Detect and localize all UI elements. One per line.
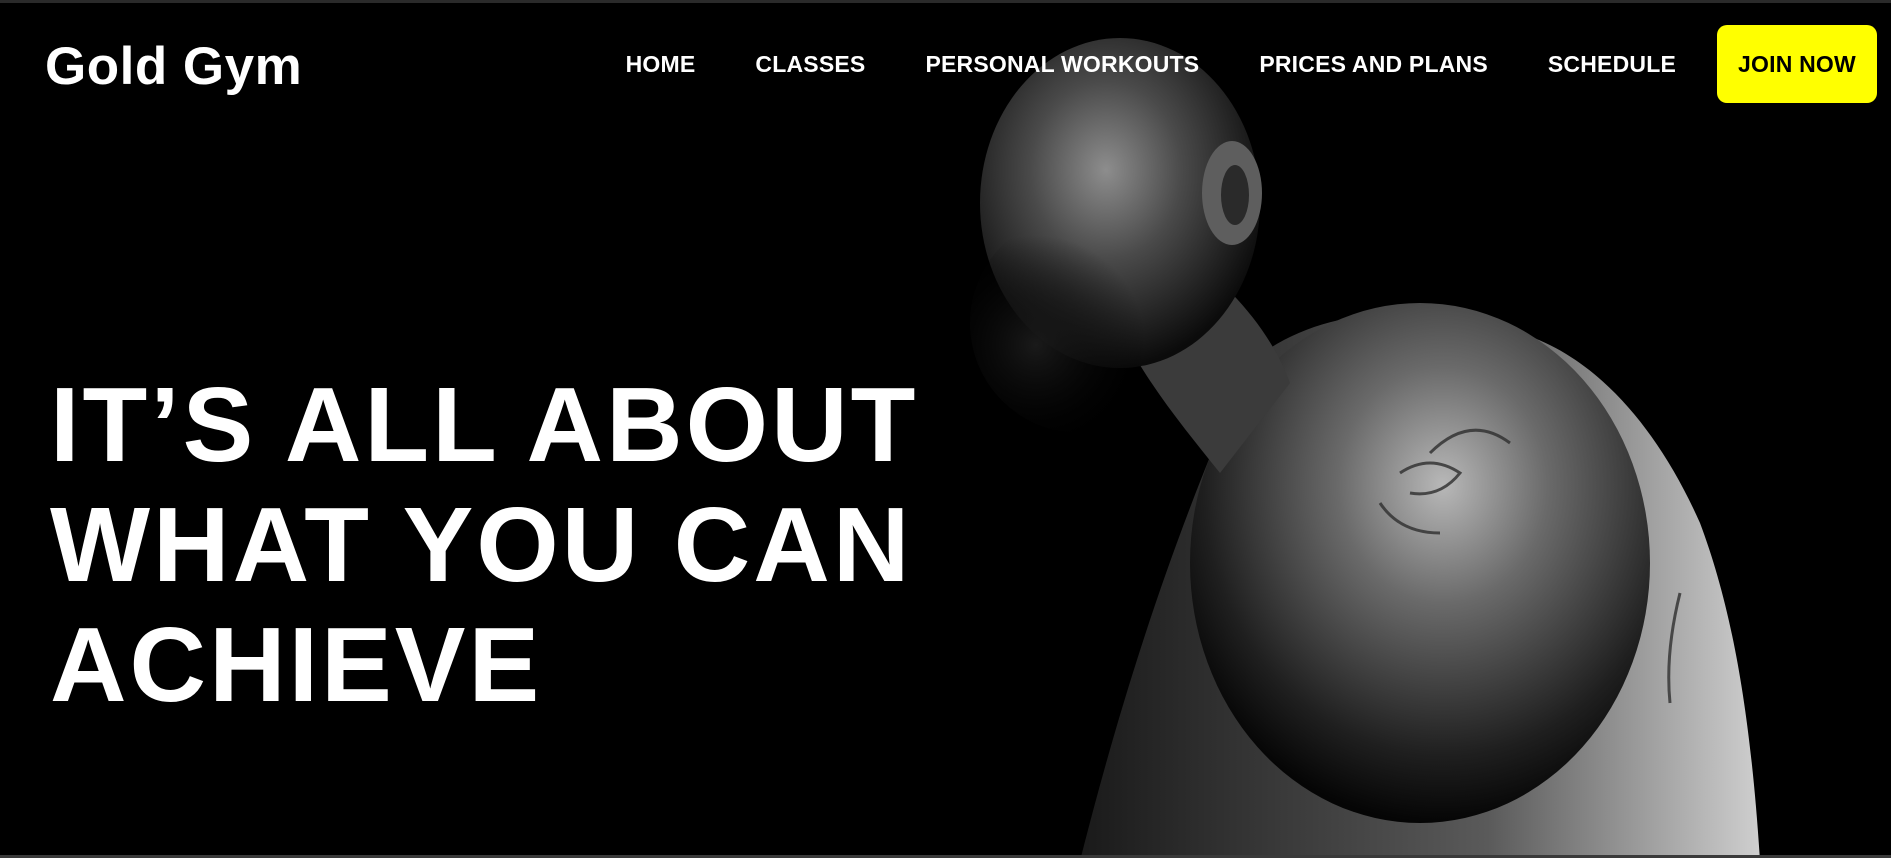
hero-headline-line-1: IT’S ALL ABOUT: [50, 366, 919, 484]
brand-logo[interactable]: Gold Gym: [45, 35, 302, 99]
hero-headline-line-3: ACHIEVE: [50, 606, 543, 724]
nav-link-home[interactable]: HOME: [626, 51, 696, 78]
nav-link-prices-and-plans[interactable]: PRICES AND PLANS: [1259, 51, 1488, 78]
page: Gold Gym HOME CLASSES PERSONAL WORKOUTS …: [0, 0, 1891, 858]
nav-link-personal-workouts[interactable]: PERSONAL WORKOUTS: [925, 51, 1199, 78]
athlete-photo: [960, 3, 1891, 855]
nav-link-schedule[interactable]: SCHEDULE: [1548, 51, 1676, 78]
join-now-button[interactable]: JOIN NOW: [1717, 25, 1877, 103]
hero-headline-line-2: WHAT YOU CAN: [50, 486, 913, 604]
main-nav: HOME CLASSES PERSONAL WORKOUTS PRICES AN…: [626, 25, 1877, 103]
nav-link-classes[interactable]: CLASSES: [755, 51, 865, 78]
hero-headline: IT’S ALL ABOUT WHAT YOU CAN ACHIEVE: [50, 365, 930, 725]
